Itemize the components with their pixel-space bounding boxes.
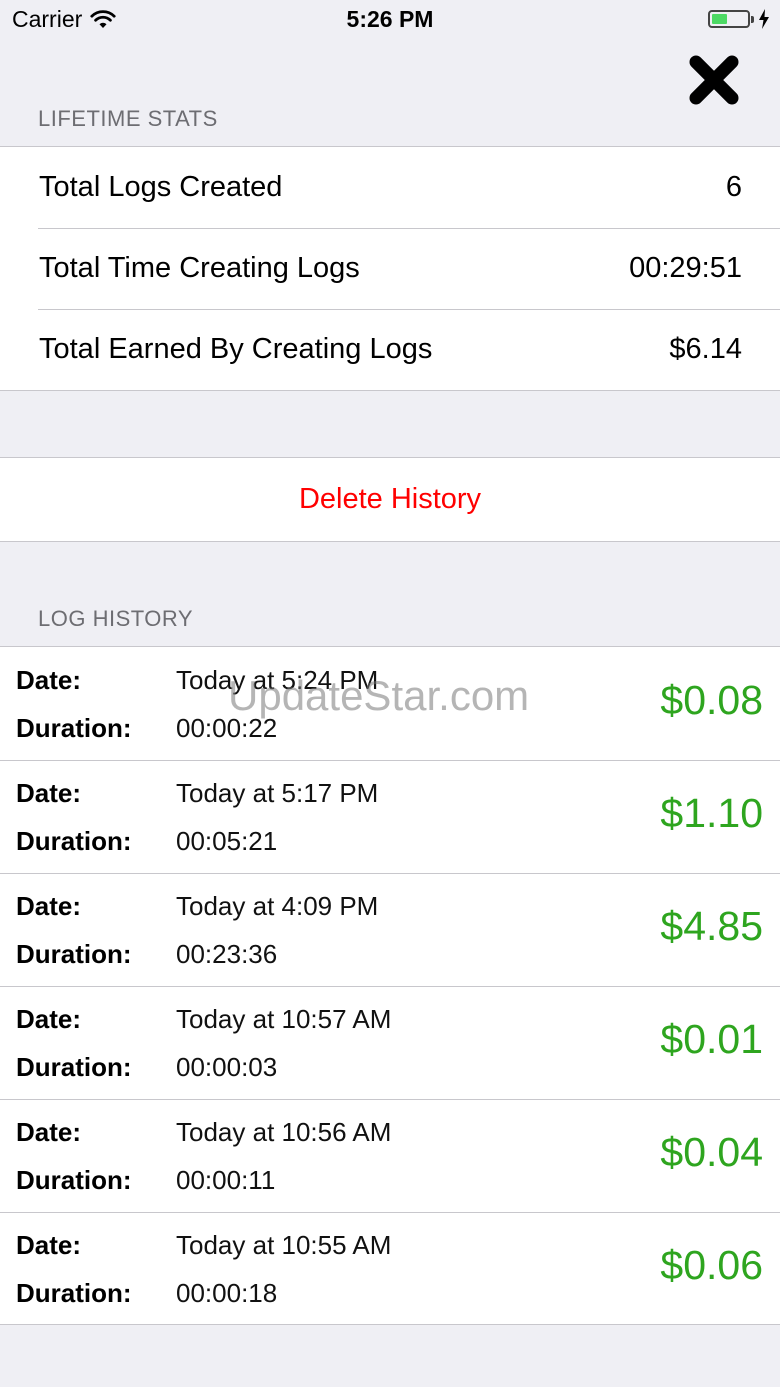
date-label: Date: bbox=[16, 1117, 82, 1147]
duration-label: Duration: bbox=[16, 939, 132, 969]
log-amount: $0.04 bbox=[660, 1129, 763, 1175]
stat-row-total-time: Total Time Creating Logs 00:29:51 bbox=[0, 228, 780, 309]
battery-level bbox=[712, 14, 728, 24]
lifetime-stats-header: LIFETIME STATS bbox=[38, 106, 218, 131]
duration-label: Duration: bbox=[16, 1165, 132, 1195]
duration-label: Duration: bbox=[16, 713, 132, 743]
duration-label: Duration: bbox=[16, 1278, 132, 1308]
delete-history-button[interactable]: Delete History bbox=[0, 458, 780, 540]
stat-value: 6 bbox=[725, 171, 742, 203]
stat-value: $6.14 bbox=[669, 333, 742, 365]
date-label: Date: bbox=[16, 1230, 82, 1260]
log-history-row[interactable]: Date: Today at 10:56 AM Duration: 00:00:… bbox=[0, 1099, 780, 1212]
stat-label: Total Logs Created bbox=[39, 171, 283, 203]
stat-label: Total Earned By Creating Logs bbox=[39, 333, 433, 365]
log-history-row[interactable]: Date: Today at 10:55 AM Duration: 00:00:… bbox=[0, 1212, 780, 1325]
log-history-row[interactable]: Date: Today at 4:09 PM Duration: 00:23:3… bbox=[0, 873, 780, 986]
date-label: Date: bbox=[16, 891, 82, 921]
duration-label: Duration: bbox=[16, 1052, 132, 1082]
status-bar: Carrier 5:26 PM bbox=[0, 0, 780, 40]
status-time: 5:26 PM bbox=[346, 6, 434, 32]
stat-value: 00:29:51 bbox=[629, 252, 742, 284]
log-duration: 00:05:21 bbox=[176, 826, 278, 856]
log-duration: 00:00:18 bbox=[176, 1278, 278, 1308]
log-history-row[interactable]: Date: Today at 10:57 AM Duration: 00:00:… bbox=[0, 986, 780, 1099]
log-date: Today at 10:56 AM bbox=[176, 1117, 392, 1147]
log-amount: $0.08 bbox=[660, 677, 763, 723]
log-history-row[interactable]: Date: Today at 5:17 PM Duration: 00:05:2… bbox=[0, 760, 780, 873]
log-history-list: Date: Today at 5:24 PM Duration: 00:00:2… bbox=[0, 646, 780, 1325]
log-history-row[interactable]: Date: Today at 5:24 PM Duration: 00:00:2… bbox=[0, 647, 780, 760]
duration-label: Duration: bbox=[16, 826, 132, 856]
log-history-header: LOG HISTORY bbox=[38, 606, 194, 631]
log-amount: $4.85 bbox=[660, 903, 763, 949]
charging-bolt-icon bbox=[759, 9, 769, 29]
log-date: Today at 10:57 AM bbox=[176, 1004, 392, 1034]
stat-row-total-earned: Total Earned By Creating Logs $6.14 bbox=[0, 309, 780, 390]
lifetime-stats-group: Total Logs Created 6 Total Time Creating… bbox=[0, 146, 780, 391]
delete-history-group: Delete History bbox=[0, 457, 780, 542]
log-date: Today at 10:55 AM bbox=[176, 1230, 392, 1260]
date-label: Date: bbox=[16, 1004, 82, 1034]
stat-label: Total Time Creating Logs bbox=[39, 252, 360, 284]
log-amount: $0.01 bbox=[660, 1016, 763, 1062]
battery-icon bbox=[708, 10, 750, 28]
log-duration: 00:00:22 bbox=[176, 713, 278, 743]
log-duration: 00:00:03 bbox=[176, 1052, 278, 1082]
battery-indicator bbox=[708, 9, 770, 29]
log-amount: $0.06 bbox=[660, 1242, 763, 1288]
close-icon[interactable] bbox=[688, 54, 740, 106]
log-date: Today at 4:09 PM bbox=[176, 891, 379, 921]
log-duration: 00:00:11 bbox=[176, 1165, 276, 1195]
battery-tip bbox=[751, 15, 754, 23]
date-label: Date: bbox=[16, 778, 82, 808]
log-date: Today at 5:17 PM bbox=[176, 778, 379, 808]
date-label: Date: bbox=[16, 665, 82, 695]
log-amount: $1.10 bbox=[660, 790, 763, 836]
log-duration: 00:23:36 bbox=[176, 939, 278, 969]
log-date: Today at 5:24 PM bbox=[176, 665, 379, 695]
stat-row-total-logs: Total Logs Created 6 bbox=[0, 147, 780, 228]
